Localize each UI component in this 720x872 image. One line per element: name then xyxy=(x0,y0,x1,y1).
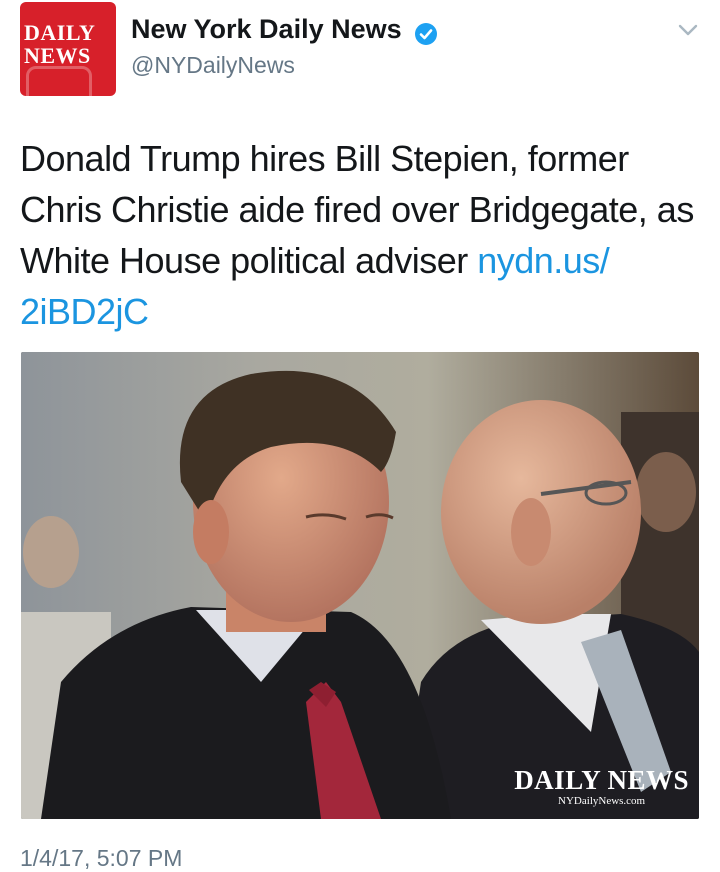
tweet-text: Donald Trump hires Bill Stepien, former … xyxy=(20,133,710,337)
account-handle[interactable]: @NYDailyNews xyxy=(131,52,295,79)
photo-image xyxy=(21,352,699,819)
account-avatar[interactable]: DAILY NEWS xyxy=(20,2,116,96)
watermark-url: NYDailyNews.com xyxy=(558,795,646,807)
avatar-text-daily: DAILY xyxy=(24,20,96,45)
watermark-logo: DAILY NEWS xyxy=(514,765,689,795)
verified-badge-icon xyxy=(415,23,437,45)
tweet-timestamp[interactable]: 1/4/17, 5:07 PM xyxy=(20,845,182,872)
chevron-down-icon[interactable] xyxy=(677,22,699,38)
avatar-text-news: NEWS xyxy=(24,43,91,68)
avatar-logo-graphic xyxy=(26,66,92,96)
photo-watermark: DAILY NEWS NYDailyNews.com xyxy=(514,765,689,808)
account-name[interactable]: New York Daily News xyxy=(131,14,402,45)
tweet-photo[interactable]: DAILY NEWS NYDailyNews.com xyxy=(21,352,699,819)
